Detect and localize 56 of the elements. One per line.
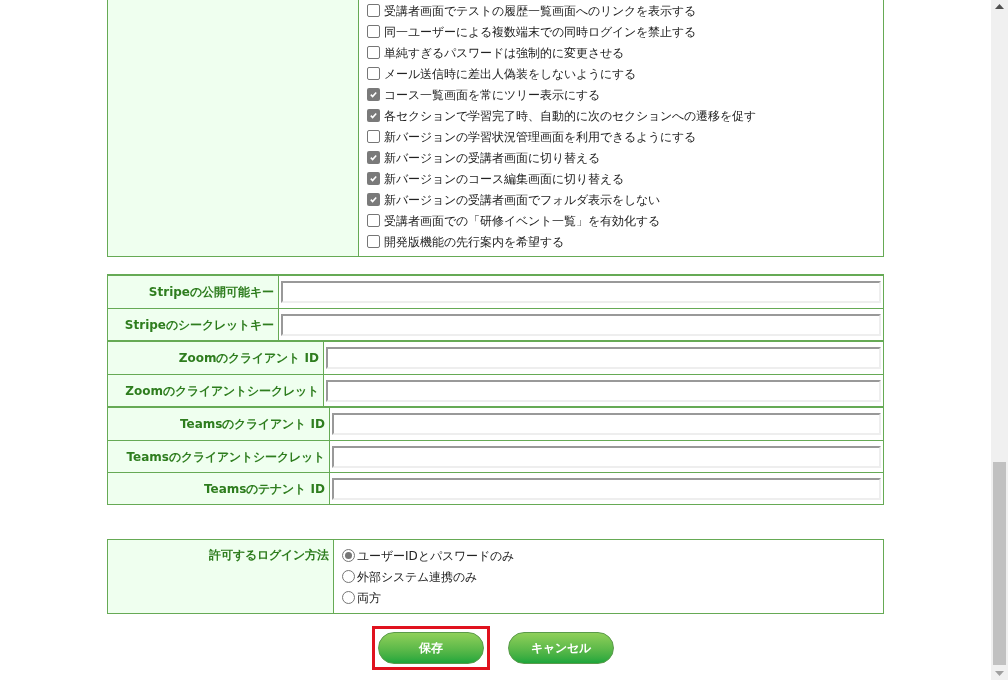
option-label: 新バージョンの学習状況管理画面を利用できるようにする xyxy=(384,128,696,146)
field-label: Teamsのクライアント ID xyxy=(179,416,325,433)
checkbox[interactable] xyxy=(367,214,380,227)
check-icon xyxy=(369,111,378,120)
scroll-thumb[interactable] xyxy=(993,462,1006,665)
option-label: 同一ユーザーによる複数端末での同時ログインを禁止する xyxy=(384,23,696,41)
option-label: 受講者画面での「研修イベント一覧」を有効化する xyxy=(384,212,660,230)
checkbox[interactable] xyxy=(367,172,380,185)
field-label: Teamsのクライアントシークレット xyxy=(126,448,325,466)
option-label: コース一覧画面を常にツリー表示にする xyxy=(384,86,600,104)
checkbox[interactable] xyxy=(367,25,380,38)
checkbox[interactable] xyxy=(367,46,380,59)
checkbox[interactable] xyxy=(367,88,380,101)
input-field[interactable] xyxy=(281,313,881,336)
option-label: 単純すぎるパスワードは強制的に変更させる xyxy=(384,44,624,62)
option-label: 新バージョンのコース編集画面に切り替える xyxy=(384,170,624,188)
check-icon xyxy=(369,195,378,204)
field-label: Teamsのテナント ID xyxy=(203,480,325,498)
input-field[interactable] xyxy=(326,347,881,369)
field-label: Zoomのクライアントシークレット xyxy=(125,382,319,400)
field-label: Stripeの公開可能キー xyxy=(148,284,274,301)
checkbox[interactable] xyxy=(367,67,380,80)
check-icon xyxy=(369,174,378,183)
input-field[interactable] xyxy=(332,477,881,500)
field-label: 許可するログイン方法 xyxy=(209,547,329,564)
checkbox[interactable] xyxy=(367,4,380,17)
radio-label: ユーザーIDとパスワードのみ xyxy=(357,547,514,565)
option-label: 各セクションで学習完了時、自動的に次のセクションへの遷移を促す xyxy=(384,107,756,125)
field-label: Stripeのシークレットキー xyxy=(124,316,274,334)
input-field[interactable] xyxy=(332,445,881,468)
radio-label: 外部システム連携のみ xyxy=(357,568,477,586)
option-label: 新バージョンの受講者画面に切り替える xyxy=(384,149,600,167)
field-label: Zoomのクライアント ID xyxy=(178,350,319,367)
input-field[interactable] xyxy=(281,281,881,303)
radio-label: 両方 xyxy=(357,589,381,607)
option-label: 開発版機能の先行案内を希望する xyxy=(384,233,564,251)
option-label: メール送信時に差出人偽装をしないようにする xyxy=(384,65,636,83)
scroll-down-icon[interactable] xyxy=(995,671,1004,676)
cancel-button[interactable]: キャンセル xyxy=(507,632,614,664)
option-label: 受講者画面でテストの履歴一覧画面へのリンクを表示する xyxy=(384,2,696,20)
radio-button[interactable] xyxy=(342,549,355,562)
save-button[interactable]: 保存 xyxy=(377,632,484,664)
checkbox[interactable] xyxy=(367,109,380,122)
input-field[interactable] xyxy=(326,379,881,402)
input-field[interactable] xyxy=(332,413,881,435)
check-icon xyxy=(369,90,378,99)
radio-button[interactable] xyxy=(342,591,355,604)
scrollbar[interactable] xyxy=(991,0,1008,680)
option-label: 新バージョンの受講者画面でフォルダ表示をしない xyxy=(384,191,660,209)
checkbox[interactable] xyxy=(367,193,380,206)
check-icon xyxy=(369,153,378,162)
radio-button[interactable] xyxy=(342,570,355,583)
checkbox[interactable] xyxy=(367,151,380,164)
checkbox[interactable] xyxy=(367,235,380,248)
scroll-up-icon[interactable] xyxy=(995,4,1004,9)
checkbox[interactable] xyxy=(367,130,380,143)
